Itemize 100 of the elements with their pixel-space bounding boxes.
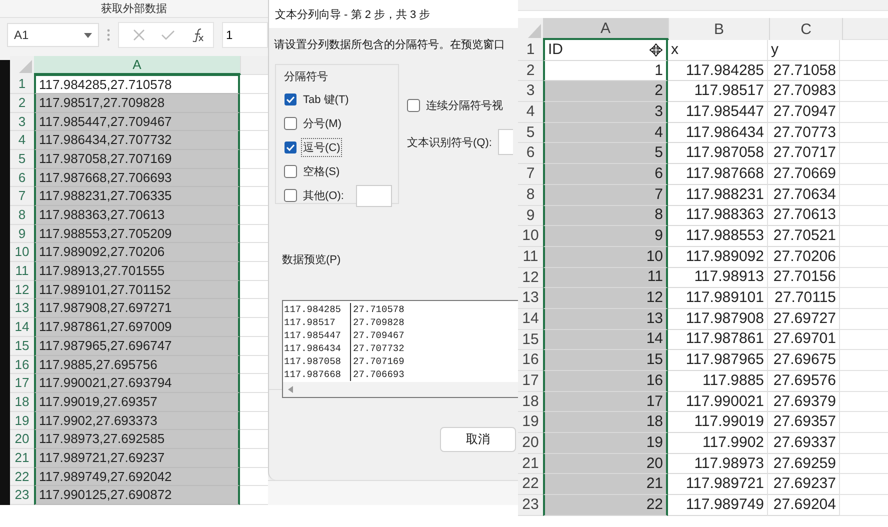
- checkbox-label[interactable]: 逗号(C): [301, 138, 342, 157]
- table-cell: 117.988553,27.705209: [34, 224, 240, 244]
- table-cell: 17: [543, 392, 668, 412]
- row-number[interactable]: 11: [10, 262, 34, 281]
- checkbox[interactable]: [284, 117, 297, 130]
- row-number[interactable]: 12: [518, 268, 543, 288]
- row-number[interactable]: 4: [10, 131, 34, 150]
- row-number[interactable]: 11: [518, 246, 543, 268]
- row-number[interactable]: 7: [10, 187, 34, 206]
- row-number[interactable]: 2: [518, 60, 543, 82]
- row-number[interactable]: 10: [10, 243, 34, 262]
- column-header[interactable]: A: [34, 56, 241, 76]
- checkbox-label[interactable]: 分号(M): [301, 114, 344, 133]
- row-number[interactable]: 6: [518, 143, 543, 164]
- table-cell: 8: [543, 206, 668, 226]
- checkbox[interactable]: [284, 141, 297, 154]
- row-number[interactable]: 5: [518, 122, 543, 144]
- table-cell: 117.990021,27.693794: [34, 374, 240, 393]
- table-cell: 11: [543, 268, 668, 288]
- checkbox[interactable]: [284, 93, 297, 106]
- preview-cell-text: 27.709467: [352, 329, 406, 342]
- checkbox-label[interactable]: Tab 键(T): [301, 90, 351, 109]
- input-field[interactable]: [356, 184, 392, 206]
- formula-input[interactable]: 1: [222, 22, 268, 48]
- row-number[interactable]: 7: [518, 164, 543, 185]
- checkbox-label[interactable]: 其他(O):: [301, 186, 346, 205]
- row-number[interactable]: 14: [10, 318, 34, 337]
- checkbox[interactable]: [284, 189, 297, 202]
- row-number[interactable]: 21: [10, 448, 34, 468]
- row-number[interactable]: 9: [518, 206, 543, 226]
- row-number[interactable]: 18: [10, 392, 34, 412]
- row-number[interactable]: 8: [10, 206, 34, 225]
- preview-cell: 117.985447: [283, 329, 351, 342]
- preview-cell: 117.986434: [283, 342, 351, 355]
- checkbox[interactable]: [284, 165, 297, 178]
- name-box[interactable]: A1: [7, 23, 99, 48]
- table-cell: 117.98973,27.692585: [34, 430, 240, 449]
- function-icon[interactable]: [191, 28, 205, 42]
- cancel-icon[interactable]: [133, 29, 145, 42]
- row-number[interactable]: 9: [10, 224, 34, 244]
- row-number[interactable]: 1: [518, 40, 543, 61]
- table-cell: 27.70156: [768, 268, 840, 288]
- row-number[interactable]: 22: [10, 468, 34, 486]
- scroll-left-icon[interactable]: [288, 386, 293, 393]
- row-number[interactable]: 4: [518, 102, 543, 123]
- row-number[interactable]: 23: [10, 486, 34, 505]
- row-number[interactable]: 18: [518, 392, 543, 412]
- table-cell: 27.70115: [768, 288, 840, 309]
- table-cell: 117.99019,27.69357: [34, 392, 240, 412]
- row-number[interactable]: 13: [10, 299, 34, 318]
- row-number[interactable]: 17: [518, 371, 543, 392]
- table-cell: 117.9902: [668, 433, 768, 454]
- row-number[interactable]: 23: [518, 495, 543, 516]
- row-number[interactable]: 21: [518, 454, 543, 474]
- table-cell: 2: [543, 81, 668, 102]
- table-cell: 10: [543, 246, 668, 268]
- row-number[interactable]: 3: [518, 81, 543, 102]
- row-number[interactable]: 19: [518, 412, 543, 434]
- table-cell: 117.987965,27.696747: [34, 336, 240, 356]
- table-cell: 27.69337: [768, 433, 840, 454]
- table-cell: 15: [543, 350, 668, 371]
- row-number[interactable]: 12: [10, 280, 34, 300]
- row-number[interactable]: 5: [10, 150, 34, 169]
- row-number[interactable]: 8: [518, 184, 543, 206]
- row-number[interactable]: 20: [518, 433, 543, 454]
- checkbox-label[interactable]: 空格(S): [301, 162, 342, 181]
- row-number[interactable]: 10: [518, 226, 543, 247]
- row-number[interactable]: 22: [518, 474, 543, 496]
- row-number[interactable]: 2: [10, 94, 34, 113]
- column-header[interactable]: B: [669, 18, 770, 40]
- table-cell: 18: [543, 412, 668, 434]
- checkbox[interactable]: [407, 99, 420, 112]
- check-icon[interactable]: [161, 29, 175, 42]
- cancel-button[interactable]: 取消: [440, 427, 516, 452]
- row-number[interactable]: 20: [10, 430, 34, 449]
- horizontal-scrollbar[interactable]: [283, 382, 518, 397]
- row-number[interactable]: 19: [10, 412, 34, 430]
- table-cell: 117.9902,27.693373: [34, 412, 240, 430]
- row-number[interactable]: 14: [518, 308, 543, 330]
- table-cell: 117.984285,27.710578: [34, 75, 240, 94]
- row-number[interactable]: 3: [10, 112, 34, 132]
- table-cell: 117.987058,27.707169: [34, 150, 240, 169]
- dropdown-field[interactable]: [498, 129, 513, 155]
- row-number[interactable]: 6: [10, 168, 34, 188]
- row-number[interactable]: 13: [518, 288, 543, 309]
- row-number[interactable]: 15: [518, 330, 543, 350]
- table-cell: x: [668, 40, 768, 61]
- drag-handle-icon[interactable]: [107, 29, 110, 42]
- row-number[interactable]: 15: [10, 336, 34, 356]
- table-cell: 16: [543, 371, 668, 392]
- row-number[interactable]: 16: [10, 356, 34, 374]
- table-cell: 27.70206: [768, 246, 840, 268]
- row-number[interactable]: 16: [518, 350, 543, 371]
- column-header[interactable]: A: [543, 18, 669, 40]
- row-number[interactable]: 1: [10, 75, 34, 94]
- row-number[interactable]: 17: [10, 374, 34, 393]
- table-cell: 27.69379: [768, 392, 840, 412]
- table-cell: 27.70717: [768, 143, 840, 164]
- checkbox-label[interactable]: 连续分隔符号视: [424, 96, 505, 115]
- cell-reference: A1: [14, 28, 29, 42]
